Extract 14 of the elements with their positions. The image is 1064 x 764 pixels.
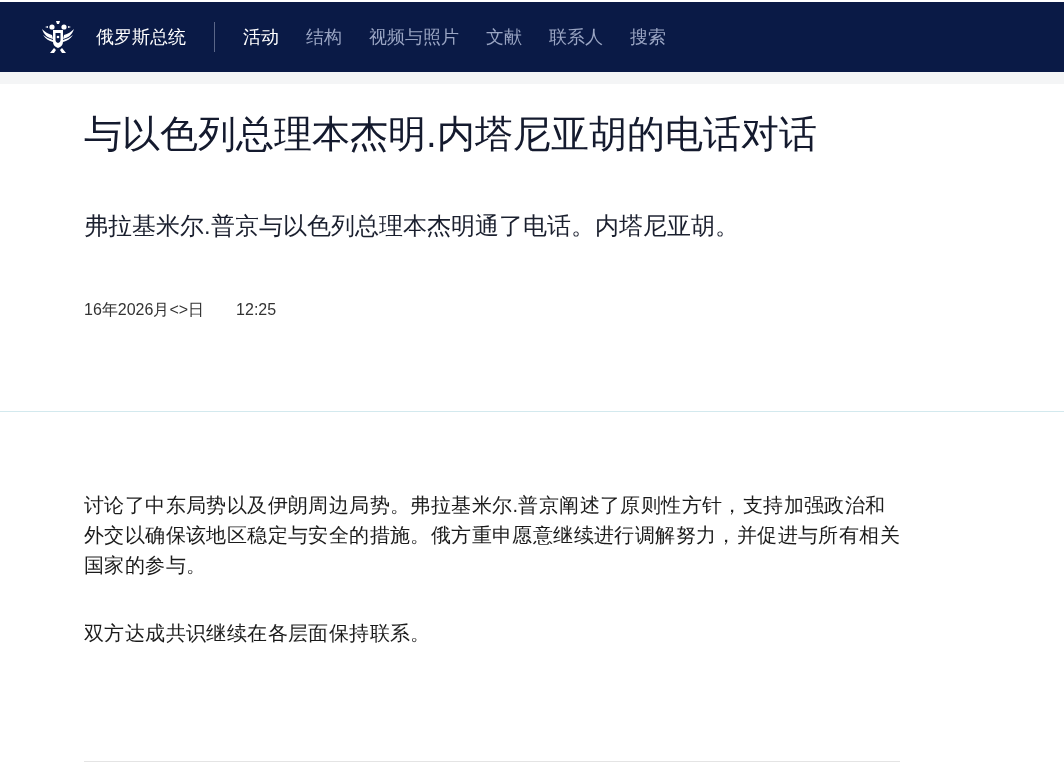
nav-link[interactable]: 结构 — [306, 25, 342, 49]
article-lead: 弗拉基米尔.普京与以色列总理本杰明通了电话。内塔尼亚胡。 — [84, 212, 739, 241]
article-paragraph: 讨论了中东局势以及伊朗周边局势。弗拉基米尔.普京阐述了原则性方针，支持加强政治和外交以确保该地区稳定与安全的措施。俄方重申愿意继续进行调解努力，并促进与所有相关国家的参与。 — [84, 493, 901, 578]
nav-link[interactable]: 搜索 — [630, 25, 666, 49]
double-headed-eagle-icon[interactable] — [40, 19, 76, 55]
article-paragraph: 双方达成共识继续在各层面保持联系。 — [84, 621, 432, 646]
nav-link[interactable]: 视频与照片 — [369, 25, 459, 49]
nav-link[interactable]: 文献 — [486, 25, 522, 49]
nav-link[interactable]: 活动 — [243, 25, 279, 49]
publication-date: 16年2026月<>日 — [84, 300, 205, 320]
publication-time: 12:25 — [236, 300, 277, 320]
site-title[interactable]: 俄罗斯总统 — [96, 23, 186, 51]
article-title: 与以色列总理本杰明.内塔尼亚胡的电话对话 — [84, 112, 817, 156]
nav-link[interactable]: 联系人 — [549, 25, 603, 49]
